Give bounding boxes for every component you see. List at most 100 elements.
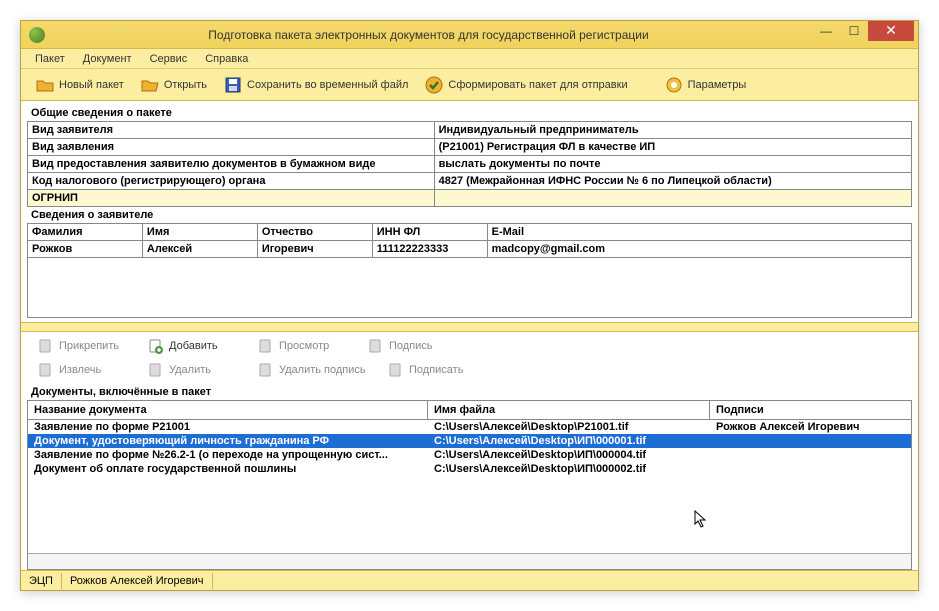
add-icon	[145, 336, 165, 356]
delete-button[interactable]: Удалить	[137, 358, 247, 382]
docs-panel: Название документа Имя файла Подписи Зая…	[27, 400, 912, 570]
panel-divider	[21, 322, 918, 332]
general-label: Вид заявления	[28, 139, 435, 156]
attach-button[interactable]: Прикрепить	[27, 334, 137, 358]
general-table: Вид заявителяИндивидуальный предпринимат…	[27, 121, 912, 207]
applicant-title: Сведения о заявителе	[27, 207, 912, 223]
toolbar-label: Параметры	[688, 79, 747, 91]
docs-header: Название документа Имя файла Подписи	[28, 401, 911, 420]
doc-name: Заявление по форме №26.2-1 (о переходе н…	[28, 448, 428, 462]
col-lastname[interactable]: Фамилия	[28, 224, 143, 241]
attach-icon	[35, 336, 55, 356]
general-value: Индивидуальный предприниматель	[434, 122, 911, 139]
btn-label: Добавить	[169, 340, 218, 352]
btn-label: Прикрепить	[59, 340, 119, 352]
col-middlename[interactable]: Отчество	[257, 224, 372, 241]
form-pack-button[interactable]: Сформировать пакет для отправки	[416, 73, 635, 97]
row-tax-code[interactable]: Код налогового (регистрирующего) органа4…	[28, 173, 912, 190]
general-label: ОГРНИП	[28, 190, 435, 207]
view-button[interactable]: Просмотр	[247, 334, 357, 358]
save-temp-button[interactable]: Сохранить во временный файл	[215, 73, 416, 97]
status-signer: Рожков Алексей Игоревич	[62, 573, 213, 589]
close-button[interactable]: ✕	[868, 21, 914, 41]
col-filename[interactable]: Имя файла	[428, 401, 710, 419]
general-title: Общие сведения о пакете	[27, 105, 912, 121]
minimize-button[interactable]: —	[812, 21, 840, 41]
btn-label: Удалить подпись	[279, 364, 366, 376]
delete-sign-button[interactable]: Удалить подпись	[247, 358, 377, 382]
row-application-type[interactable]: Вид заявления(Р21001) Регистрация ФЛ в к…	[28, 139, 912, 156]
check-circle-icon	[424, 75, 444, 95]
doc-row[interactable]: Документ об оплате государственной пошли…	[28, 462, 911, 476]
cell-email: madcopy@gmail.com	[487, 241, 911, 258]
titlebar[interactable]: Подготовка пакета электронных документов…	[21, 21, 918, 49]
dosign-icon	[385, 360, 405, 380]
general-value: выслать документы по почте	[434, 156, 911, 173]
view-icon	[255, 336, 275, 356]
sign-button[interactable]: Подпись	[357, 334, 467, 358]
folder-new-icon	[35, 75, 55, 95]
toolbar-label: Сформировать пакет для отправки	[448, 79, 627, 91]
doc-sign	[710, 434, 911, 448]
general-label: Вид предоставления заявителю документов …	[28, 156, 435, 173]
doc-name: Документ, удостоверяющий личность гражда…	[28, 434, 428, 448]
applicant-empty-area	[27, 258, 912, 318]
cell-middlename: Игоревич	[257, 241, 372, 258]
folder-open-icon	[140, 75, 160, 95]
doc-row[interactable]: Документ, удостоверяющий личность гражда…	[28, 434, 911, 448]
app-icon	[29, 27, 45, 43]
dosign-button[interactable]: Подписать	[377, 358, 487, 382]
col-docname[interactable]: Название документа	[28, 401, 428, 419]
general-value: 4827 (Межрайонная ИФНС России № 6 по Лип…	[434, 173, 911, 190]
cell-lastname: Рожков	[28, 241, 143, 258]
doc-name: Документ об оплате государственной пошли…	[28, 462, 428, 476]
col-signs[interactable]: Подписи	[710, 401, 911, 419]
app-window: Подготовка пакета электронных документов…	[20, 20, 919, 591]
cell-firstname: Алексей	[142, 241, 257, 258]
floppy-save-icon	[223, 75, 243, 95]
doc-row[interactable]: Заявление по форме №26.2-1 (о переходе н…	[28, 448, 911, 462]
toolbar-label: Открыть	[164, 79, 207, 91]
content-area: Общие сведения о пакете Вид заявителяИнд…	[21, 101, 918, 570]
doc-file: C:\Users\Алексей\Desktop\ИП\000001.tif	[428, 434, 710, 448]
btn-label: Подпись	[389, 340, 433, 352]
doc-sign	[710, 448, 911, 462]
window-title: Подготовка пакета электронных документов…	[45, 28, 812, 42]
col-inn[interactable]: ИНН ФЛ	[372, 224, 487, 241]
general-label: Вид заявителя	[28, 122, 435, 139]
main-toolbar: Новый пакет Открыть Сохранить во временн…	[21, 69, 918, 101]
gear-icon	[664, 75, 684, 95]
col-firstname[interactable]: Имя	[142, 224, 257, 241]
toolbar-label: Сохранить во временный файл	[247, 79, 408, 91]
row-applicant-type[interactable]: Вид заявителяИндивидуальный предпринимат…	[28, 122, 912, 139]
extract-icon	[35, 360, 55, 380]
doc-file: C:\Users\Алексей\Desktop\ИП\000002.tif	[428, 462, 710, 476]
sign-icon	[365, 336, 385, 356]
params-button[interactable]: Параметры	[656, 73, 755, 97]
menubar: Пакет Документ Сервис Справка	[21, 49, 918, 69]
btn-label: Подписать	[409, 364, 463, 376]
cell-inn: 111122223333	[372, 241, 487, 258]
applicant-row[interactable]: Рожков Алексей Игоревич 111122223333 mad…	[28, 241, 912, 258]
docs-title: Документы, включённые в пакет	[27, 384, 912, 400]
new-pack-button[interactable]: Новый пакет	[27, 73, 132, 97]
col-email[interactable]: E-Mail	[487, 224, 911, 241]
doc-row[interactable]: Заявление по форме Р21001C:\Users\Алексе…	[28, 420, 911, 434]
open-button[interactable]: Открыть	[132, 73, 215, 97]
docs-scrollbar[interactable]	[28, 553, 911, 569]
row-delivery-type[interactable]: Вид предоставления заявителю документов …	[28, 156, 912, 173]
row-ogrnip[interactable]: ОГРНИП	[28, 190, 912, 207]
toolbar-label: Новый пакет	[59, 79, 124, 91]
menu-help[interactable]: Справка	[197, 51, 256, 67]
btn-label: Извлечь	[59, 364, 101, 376]
general-value: (Р21001) Регистрация ФЛ в качестве ИП	[434, 139, 911, 156]
docs-list[interactable]: Заявление по форме Р21001C:\Users\Алексе…	[28, 420, 911, 553]
extract-button[interactable]: Извлечь	[27, 358, 137, 382]
add-button[interactable]: Добавить	[137, 334, 247, 358]
menu-service[interactable]: Сервис	[142, 51, 196, 67]
docs-toolbar: Прикрепить Добавить Просмотр Подпись Изв…	[27, 332, 912, 384]
menu-document[interactable]: Документ	[75, 51, 140, 67]
applicant-table: Фамилия Имя Отчество ИНН ФЛ E-Mail Рожко…	[27, 223, 912, 258]
maximize-button[interactable]: ☐	[840, 21, 868, 41]
menu-pack[interactable]: Пакет	[27, 51, 73, 67]
